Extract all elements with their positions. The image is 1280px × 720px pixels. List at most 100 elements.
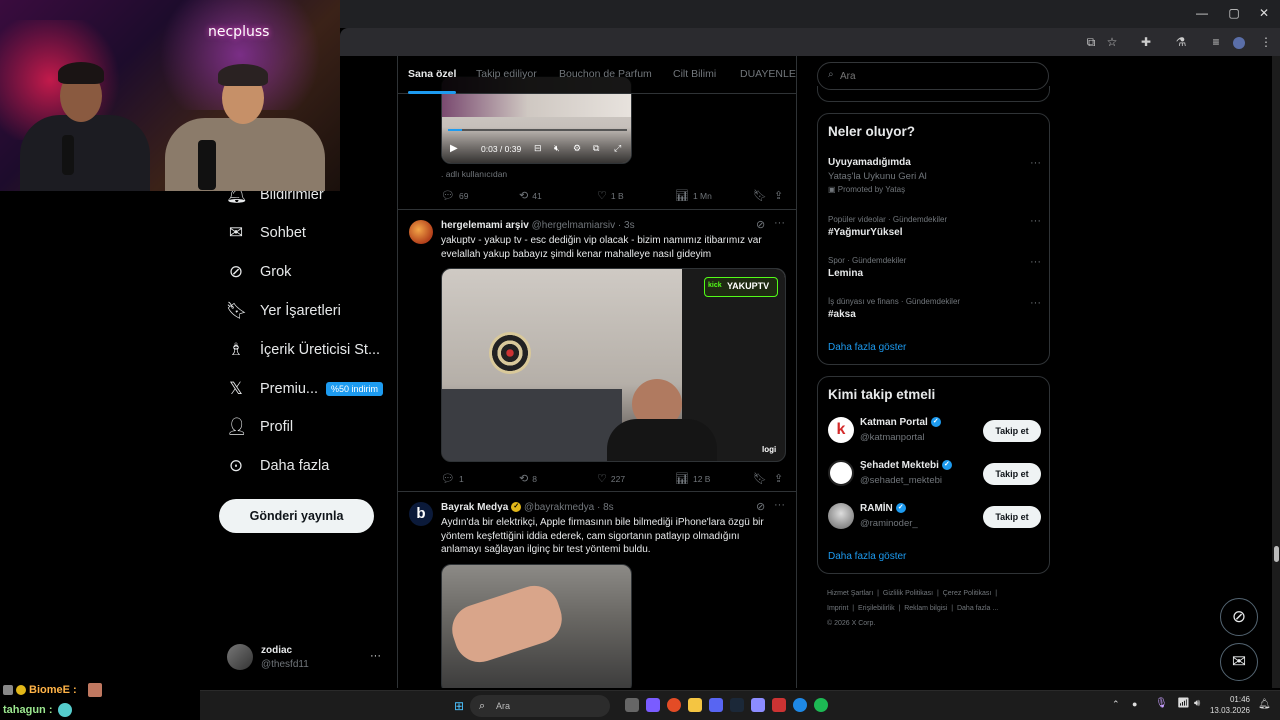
mic-icon[interactable]: 🎙︎	[1155, 698, 1168, 709]
messages-fab[interactable]: ✉	[1220, 643, 1258, 681]
chrome-icon[interactable]	[667, 698, 681, 712]
repost-button[interactable]: ⟲ 41	[519, 189, 542, 202]
sidebar-item-creator-studio[interactable]: ♗ İçerik Üreticisi St...	[218, 335, 380, 365]
sidebar-item-chat[interactable]: ✉ Sohbet	[218, 218, 306, 248]
scrollbar[interactable]	[1272, 56, 1280, 688]
views-button[interactable]: 📊︎ 12 B	[675, 472, 710, 485]
sidebar-item-profile[interactable]: 👤︎ Profil	[218, 412, 293, 442]
suggested-user[interactable]: k Katman Portal ✓ @katmanportal Takip et	[828, 417, 1041, 449]
trend-item[interactable]: Popüler videolar · Gündemdekiler #Yağmur…	[828, 215, 1041, 238]
minimize-button[interactable]: —	[1192, 6, 1212, 20]
trend-item[interactable]: Spor · Gündemdekiler Lemina ···	[828, 256, 1041, 279]
tray-chevron-icon[interactable]: ⌃	[1112, 699, 1120, 710]
task-view-icon[interactable]	[625, 698, 639, 712]
search-input[interactable]	[840, 67, 1040, 85]
reply-button[interactable]: 💬︎ 1	[441, 472, 464, 485]
footer-link[interactable]: Daha fazla ...	[957, 605, 998, 612]
cast-icon[interactable]: ⧉	[1083, 35, 1099, 50]
avatar[interactable]	[409, 220, 433, 244]
notifications-icon[interactable]: 🔔︎	[1258, 699, 1271, 710]
app-icon[interactable]	[751, 698, 765, 712]
share-button[interactable]: ⇪	[774, 472, 783, 485]
tab-following[interactable]: Takip ediliyor	[476, 68, 537, 80]
menu-icon[interactable]: ⋮	[1258, 35, 1274, 49]
post-button[interactable]: Gönderi yayınla	[219, 499, 374, 533]
post-author[interactable]: Bayrak Medya ✓ @bayrakmedya · 8s	[441, 502, 614, 513]
tab-for-you[interactable]: Sana özel	[408, 68, 456, 80]
tab-bouchon-de-parfum[interactable]: Bouchon de Parfum	[559, 68, 652, 80]
profile-icon[interactable]	[1233, 37, 1245, 49]
more-icon[interactable]: ···	[774, 217, 785, 229]
close-button[interactable]: ✕	[1254, 6, 1274, 20]
follow-button[interactable]: Takip et	[983, 506, 1041, 528]
taskbar-search[interactable]: ⌕ Ara	[470, 695, 610, 717]
footer-link[interactable]: Çerez Politikası	[943, 590, 992, 597]
grok-icon[interactable]: ⊘	[756, 218, 765, 231]
post-video[interactable]: kick YAKUPTV logi	[441, 268, 786, 462]
grok-fab[interactable]: ⊘	[1220, 598, 1258, 636]
follow-button[interactable]: Takip et	[983, 463, 1041, 485]
tray-app-icon[interactable]: ●	[1132, 699, 1137, 709]
sidebar-item-grok[interactable]: ⊘ Grok	[218, 257, 292, 287]
fullscreen-icon[interactable]: ⤢	[614, 143, 621, 154]
clock-date[interactable]: 13.03.2026	[1200, 706, 1250, 715]
star-icon[interactable]: ☆	[1104, 35, 1120, 49]
tab-cilt-bilimi[interactable]: Cilt Bilimi	[673, 68, 716, 80]
spotify-icon[interactable]	[814, 698, 828, 712]
queue-icon[interactable]: ≡	[1208, 35, 1224, 49]
show-more-link[interactable]: Daha fazla göster	[828, 342, 906, 353]
scrollbar-thumb[interactable]	[1274, 546, 1279, 562]
maximize-button[interactable]: ▢	[1224, 6, 1244, 20]
footer-link[interactable]: Erişilebilirlik	[858, 605, 895, 612]
sidebar-item-premium[interactable]: 𝕏 Premiu... %50 indirim	[218, 374, 384, 404]
sidebar-item-bookmarks[interactable]: 🔖︎ Yer İşaretleri	[218, 296, 341, 326]
settings-icon[interactable]: ⚙	[573, 143, 581, 154]
post-author[interactable]: hergelemami arşiv @hergelmamiarsiv · 3s	[441, 220, 635, 231]
avatar[interactable]: b	[409, 502, 433, 526]
repost-button[interactable]: ⟲ 8	[519, 472, 537, 485]
like-button[interactable]: ♡ 227	[597, 472, 625, 485]
suggested-user[interactable]: RAMİN ✓ @raminoder_ Takip et	[828, 503, 1041, 535]
more-icon[interactable]: ···	[1030, 215, 1041, 227]
follow-button[interactable]: Takip et	[983, 420, 1041, 442]
more-icon[interactable]: ···	[370, 650, 381, 662]
footer-link[interactable]: Gizlilik Politikası	[883, 590, 933, 597]
video-progress[interactable]	[448, 129, 627, 131]
more-icon[interactable]: ···	[1030, 297, 1041, 309]
footer-link[interactable]: Imprint	[827, 605, 848, 612]
windows-start-icon[interactable]: ⊞	[454, 699, 464, 713]
grok-icon[interactable]: ⊘	[756, 500, 765, 513]
show-more-link[interactable]: Daha fazla göster	[828, 551, 906, 562]
more-icon[interactable]: ···	[774, 499, 785, 511]
wifi-icon[interactable]: 📶︎	[1177, 698, 1190, 709]
bookmark-button[interactable]: 🔖︎	[753, 189, 767, 202]
captions-icon[interactable]: ⊟	[534, 143, 542, 154]
app-icon[interactable]	[646, 698, 660, 712]
mute-icon[interactable]: 🔇︎	[554, 143, 560, 154]
post-image[interactable]	[441, 564, 632, 688]
play-icon[interactable]: ▶	[450, 143, 458, 154]
share-button[interactable]: ⇪	[774, 189, 783, 202]
flask-icon[interactable]: ⚗	[1173, 35, 1189, 49]
like-button[interactable]: ♡ 1 B	[597, 189, 624, 202]
trend-item[interactable]: Uyuyamadığımda Yataş'la Uykunu Geri Al ▣…	[828, 157, 1041, 194]
account-switcher[interactable]: zodiac @thesfd11 ···	[222, 640, 392, 676]
footer-link[interactable]: Hizmet Şartları	[827, 590, 873, 597]
bookmark-button[interactable]: 🔖︎	[753, 472, 767, 485]
file-explorer-icon[interactable]	[688, 698, 702, 712]
sidebar-item-more[interactable]: ⊙ Daha fazla	[218, 451, 329, 481]
pip-icon[interactable]: ⧉	[593, 143, 599, 154]
steam-icon[interactable]	[730, 698, 744, 712]
app-icon[interactable]	[772, 698, 786, 712]
clock-time[interactable]: 01:46	[1210, 695, 1250, 704]
trend-item[interactable]: İş dünyası ve finans · Gündemdekiler #ak…	[828, 297, 1041, 320]
views-button[interactable]: 📊︎ 1 Mn	[675, 189, 712, 202]
post[interactable]: b Bayrak Medya ✓ @bayrakmedya · 8s ⊘ ··· …	[398, 492, 796, 688]
reply-button[interactable]: 💬︎ 69	[441, 189, 468, 202]
extensions-icon[interactable]: ✚	[1138, 35, 1154, 49]
discord-icon[interactable]	[709, 698, 723, 712]
post[interactable]: hergelemami arşiv @hergelmamiarsiv · 3s …	[398, 210, 796, 492]
more-icon[interactable]: ···	[1030, 157, 1041, 169]
edge-icon[interactable]	[793, 698, 807, 712]
footer-link[interactable]: Reklam bilgisi	[904, 605, 947, 612]
